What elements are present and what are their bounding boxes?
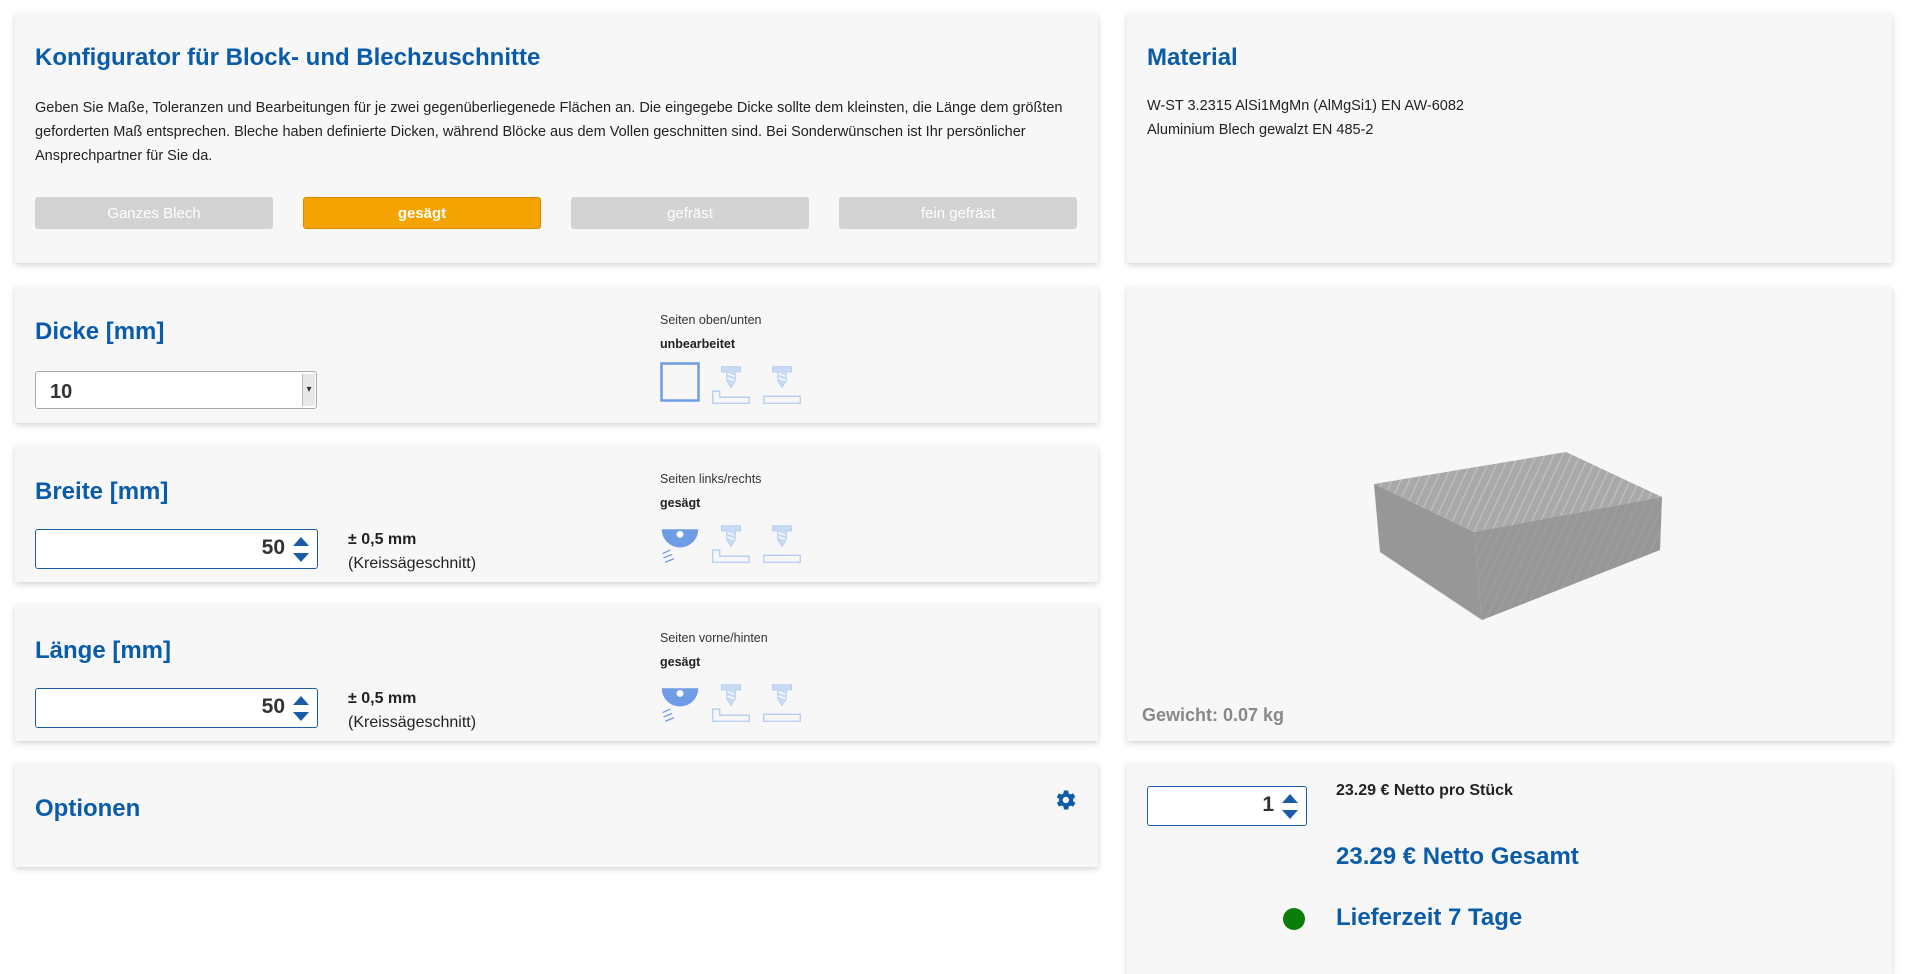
configurator-description-line-2: geforderten Maß entsprechen. Bleche habe… <box>35 124 1026 140</box>
increment-arrow-icon[interactable] <box>293 537 309 546</box>
breite-sides-value: gesägt <box>660 496 701 510</box>
optionen-card[interactable] <box>15 764 1098 867</box>
laenge-input-value: 50 <box>261 695 285 718</box>
dicke-sides-label: Seiten oben/unten <box>660 313 762 327</box>
breite-tolerance-note: (Kreissägeschnitt) <box>348 555 477 572</box>
decrement-arrow-icon[interactable] <box>1282 810 1298 819</box>
quantity-input[interactable]: 1 <box>1147 786 1307 826</box>
dicke-title: Dicke [mm] <box>35 318 165 345</box>
dicke-select[interactable]: 10 ▾ <box>35 371 317 409</box>
milling-icon[interactable] <box>711 680 751 726</box>
optionen-title[interactable]: Optionen <box>35 795 140 823</box>
material-form: Aluminium Blech gewalzt EN 485-2 <box>1147 122 1374 138</box>
chevron-down-icon[interactable]: ▾ <box>302 374 315 406</box>
breite-tolerance: ± 0,5 mm <box>348 531 417 548</box>
total-price: 23.29 € Netto Gesamt <box>1336 843 1579 870</box>
laenge-input[interactable]: 50 <box>35 688 318 728</box>
laenge-sides-label: Seiten vorne/hinten <box>660 631 768 645</box>
configurator-title: Konfigurator für Block- und Blechzuschni… <box>35 44 541 71</box>
unprocessed-icon[interactable] <box>660 362 700 408</box>
material-title: Material <box>1147 44 1238 71</box>
unit-price: 23.29 € Netto pro Stück <box>1336 782 1513 799</box>
delivery-time: Lieferzeit 7 Tage <box>1336 904 1523 931</box>
decrement-arrow-icon[interactable] <box>293 712 309 721</box>
milling-icon[interactable] <box>711 362 751 408</box>
laenge-tolerance-note: (Kreissägeschnitt) <box>348 714 477 731</box>
gear-icon[interactable] <box>1052 787 1078 813</box>
mode-button-gesaegt[interactable]: gesägt <box>303 197 541 229</box>
saw-blade-icon[interactable] <box>660 680 700 726</box>
laenge-title: Länge [mm] <box>35 637 172 664</box>
material-card <box>1127 14 1892 263</box>
laenge-tolerance: ± 0,5 mm <box>348 690 417 707</box>
fine-milling-icon[interactable] <box>762 521 802 567</box>
fine-milling-icon[interactable] <box>762 362 802 408</box>
breite-sides-label: Seiten links/rechts <box>660 472 762 486</box>
configurator-description-line-3: Ansprechpartner für Sie da. <box>35 148 213 164</box>
saw-blade-icon[interactable] <box>660 521 700 567</box>
breite-input[interactable]: 50 <box>35 529 318 569</box>
configurator-description-line-1: Geben Sie Maße, Toleranzen und Bearbeitu… <box>35 100 1063 116</box>
decrement-arrow-icon[interactable] <box>293 553 309 562</box>
mode-button-fein-gefraest[interactable]: fein gefräst <box>839 197 1077 229</box>
breite-input-value: 50 <box>261 536 285 559</box>
dicke-sides-value: unbearbeitet <box>660 337 736 351</box>
block-preview-image[interactable] <box>1370 450 1666 625</box>
mode-button-gefraest[interactable]: gefräst <box>571 197 809 229</box>
material-grade: W-ST 3.2315 AlSi1MgMn (AlMgSi1) EN AW-60… <box>1147 98 1464 114</box>
delivery-status-icon <box>1283 908 1305 930</box>
laenge-sides-value: gesägt <box>660 655 701 669</box>
weight-label: Gewicht: 0.07 kg <box>1142 705 1285 725</box>
increment-arrow-icon[interactable] <box>293 696 309 705</box>
mode-button-ganzes-blech[interactable]: Ganzes Blech <box>35 197 273 229</box>
milling-icon[interactable] <box>711 521 751 567</box>
quantity-input-value: 1 <box>1262 793 1274 816</box>
breite-title: Breite [mm] <box>35 478 169 505</box>
increment-arrow-icon[interactable] <box>1282 794 1298 803</box>
dicke-select-value: 10 <box>50 381 73 403</box>
fine-milling-icon[interactable] <box>762 680 802 726</box>
